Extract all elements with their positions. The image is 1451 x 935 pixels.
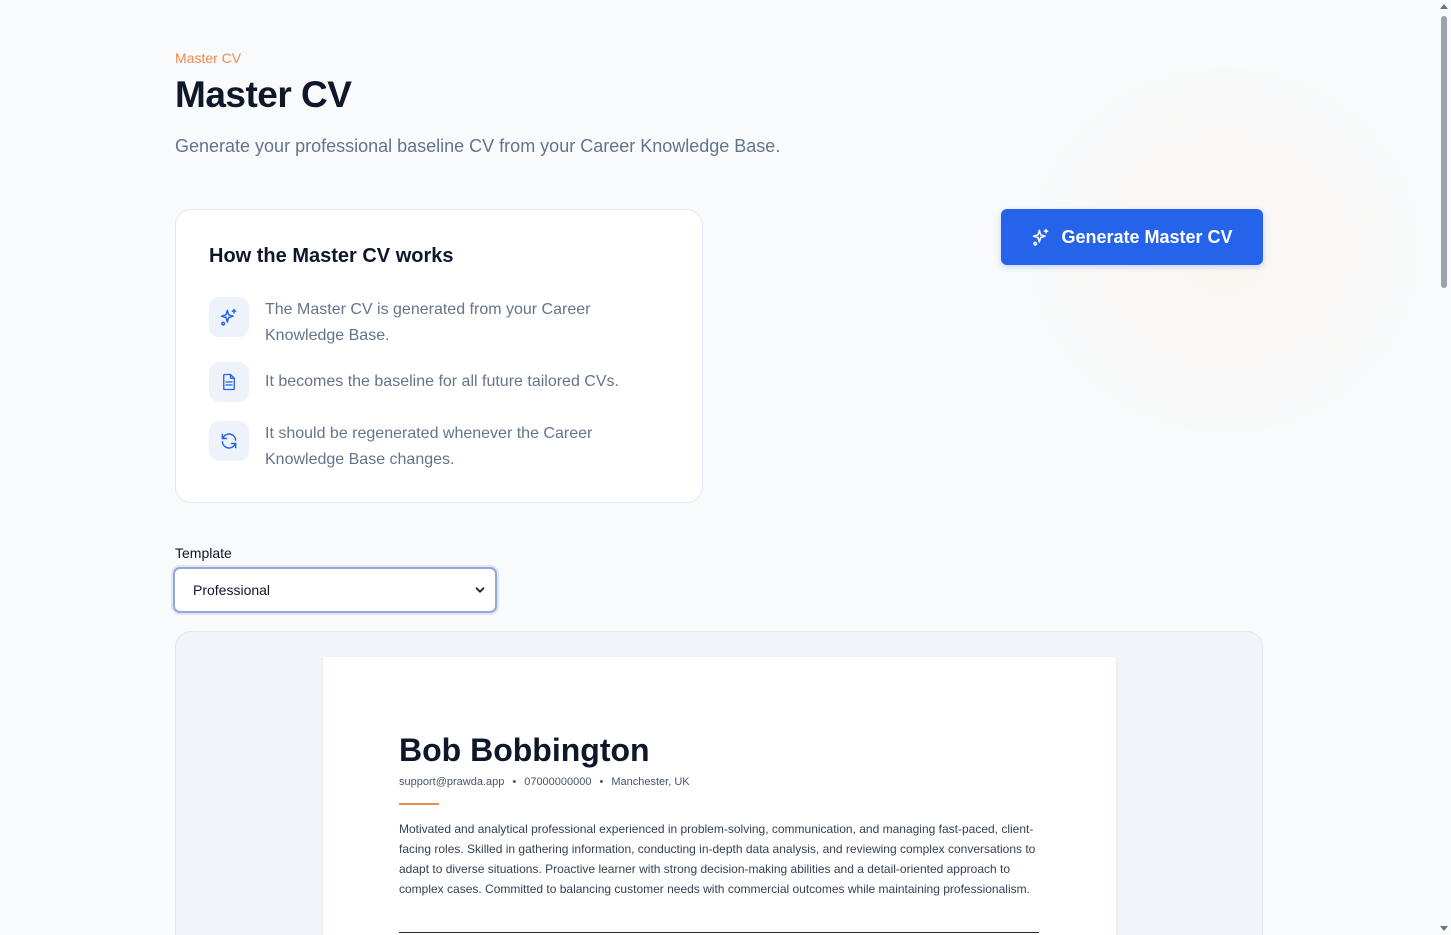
- template-select[interactable]: Professional: [173, 567, 497, 613]
- scrollbar-thumb[interactable]: [1441, 16, 1447, 288]
- generate-button-label: Generate Master CV: [1061, 226, 1233, 247]
- separator-dot: •: [599, 776, 604, 788]
- sparkles-icon: [1031, 227, 1051, 247]
- refresh-icon: [209, 421, 249, 461]
- cv-accent-line: [399, 803, 439, 805]
- document-icon: [209, 362, 249, 402]
- cv-location: Manchester, UK: [611, 776, 690, 788]
- cv-phone: 07000000000: [524, 776, 592, 788]
- template-label: Template: [175, 545, 232, 561]
- cv-page: Bob Bobbington support@prawda.app • 0700…: [323, 657, 1116, 935]
- card-title: How the Master CV works: [209, 245, 454, 267]
- info-item-regenerate: It should be regenerated whenever the Ca…: [209, 421, 645, 473]
- info-text: It should be regenerated whenever the Ca…: [265, 425, 593, 468]
- page-title: Master CV: [175, 74, 352, 115]
- how-it-works-card: How the Master CV works The Master CV is…: [175, 209, 703, 503]
- cv-preview-panel: Bob Bobbington support@prawda.app • 0700…: [175, 631, 1263, 935]
- scrollbar[interactable]: [1437, 0, 1451, 935]
- cv-contact-line: support@prawda.app • 07000000000 • Manch…: [399, 776, 690, 788]
- info-item-generated: The Master CV is generated from your Car…: [209, 297, 645, 349]
- info-text: The Master CV is generated from your Car…: [265, 301, 591, 344]
- cv-summary: Motivated and analytical professional ex…: [399, 822, 1036, 896]
- chevron-down-icon: [473, 583, 487, 600]
- info-item-baseline: It becomes the baseline for all future t…: [209, 362, 645, 402]
- cv-name: Bob Bobbington: [399, 732, 650, 768]
- generate-master-cv-button[interactable]: Generate Master CV: [1001, 209, 1263, 265]
- scroll-up-arrow-icon[interactable]: [1440, 4, 1448, 9]
- sparkles-icon: [209, 297, 249, 337]
- template-selected-value: Professional: [193, 582, 271, 598]
- breadcrumb[interactable]: Master CV: [175, 50, 241, 66]
- page-subtitle: Generate your professional baseline CV f…: [175, 136, 781, 156]
- cv-email: support@prawda.app: [399, 776, 505, 788]
- cv-section-divider: [399, 932, 1039, 933]
- info-text: It becomes the baseline for all future t…: [265, 373, 619, 390]
- scroll-down-arrow-icon[interactable]: [1440, 926, 1448, 931]
- separator-dot: •: [512, 776, 517, 788]
